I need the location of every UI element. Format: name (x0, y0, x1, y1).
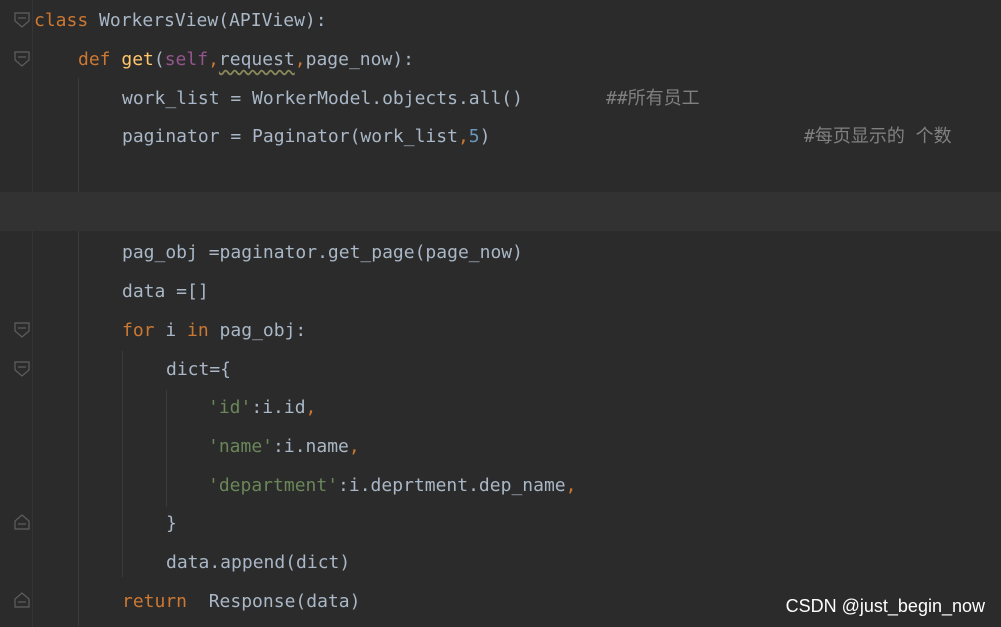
watermark: CSDN @just_begin_now (785, 596, 985, 616)
string-literal: 'name' (208, 436, 274, 457)
comma: , (565, 475, 577, 496)
code-text: } (166, 513, 177, 534)
code-line[interactable]: 'name':i.name, (0, 427, 1001, 466)
code-text: page_now): (305, 49, 414, 70)
code-text: ) (479, 126, 491, 147)
code-line[interactable]: dict={ (0, 350, 1001, 389)
code-text: work_list = WorkerModel.objects.all() (122, 88, 523, 109)
self-param: self (164, 49, 209, 70)
code-line[interactable]: paginator = Paginator(work_list,5) #每页显示… (0, 117, 1001, 156)
number: 5 (468, 126, 480, 147)
code-line[interactable]: data.append(dict) (0, 543, 1001, 582)
code-editor[interactable]: class WorkersView(APIView): def get(self… (0, 0, 1001, 627)
code-line[interactable]: work_list = WorkerModel.objects.all() ##… (0, 79, 1001, 118)
code-text: :i.deprtment.dep_name (338, 475, 566, 496)
keyword: def (78, 49, 111, 70)
comma: , (305, 397, 317, 418)
code-line[interactable]: 'id':i.id, (0, 388, 1001, 427)
code-text: pag_obj: (208, 320, 307, 341)
code-text: (APIView): (218, 10, 327, 31)
code-line[interactable]: pag_obj =paginator.get_page(page_now) (0, 233, 1001, 272)
keyword: in (187, 320, 209, 341)
current-line[interactable] (0, 192, 1001, 231)
comment: #每页显示的 个数 (804, 126, 952, 147)
code-line[interactable]: for i in pag_obj: (0, 311, 1001, 350)
code-text: dict={ (166, 359, 232, 380)
string-literal: 'id' (208, 397, 252, 418)
code-line[interactable]: def get(self,request,page_now): (0, 40, 1001, 79)
keyword: class (34, 10, 89, 31)
keyword: return (122, 591, 188, 612)
function-name: get (110, 49, 154, 70)
code-text: ( (153, 49, 165, 70)
code-text: :i.name (273, 436, 349, 457)
comma: , (348, 436, 360, 457)
comma: , (294, 49, 306, 70)
code-line[interactable] (0, 156, 1001, 195)
code-text: data =[] (122, 281, 209, 302)
code-line[interactable]: } (0, 504, 1001, 543)
code-line[interactable]: class WorkersView(APIView): (0, 1, 1001, 40)
code-text: Response(data) (187, 591, 361, 612)
comment: ##所有员工 (606, 88, 700, 109)
class-name: WorkersView (88, 10, 219, 31)
comma: , (457, 126, 469, 147)
code-text: pag_obj =paginator.get_page(page_now) (122, 242, 523, 263)
code-text: data.append(dict) (166, 552, 351, 573)
code-line[interactable]: data =[] (0, 272, 1001, 311)
unused-param: request (218, 49, 295, 70)
string-literal: 'department' (208, 475, 339, 496)
code-line[interactable]: 'department':i.deprtment.dep_name, (0, 466, 1001, 505)
keyword: for (122, 320, 155, 341)
comma: , (208, 49, 219, 70)
code-text: i (154, 320, 188, 341)
code-text: :i.id (251, 397, 306, 418)
code-text: paginator = Paginator(work_list (122, 126, 458, 147)
